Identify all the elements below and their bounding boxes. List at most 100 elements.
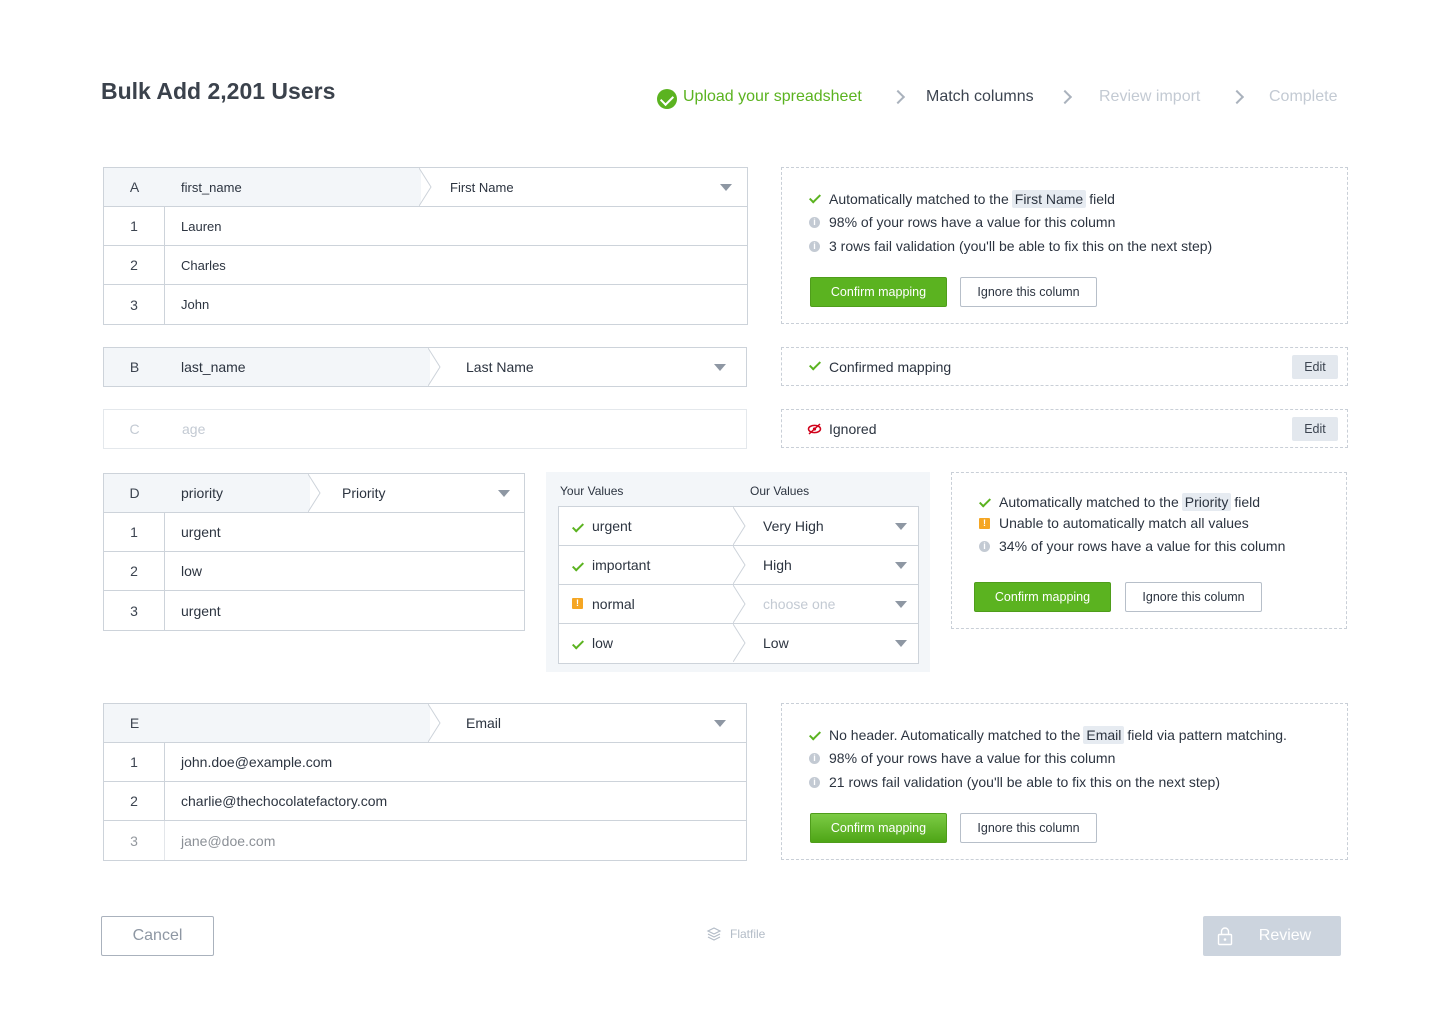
layers-icon — [706, 927, 722, 941]
field-select[interactable]: Last Name — [428, 348, 746, 386]
column-letter: E — [129, 715, 140, 731]
validation-message: 21 rows fail validation (you'll be able … — [829, 774, 1220, 790]
confirmed-message: Confirmed mapping — [829, 359, 952, 375]
brand-footer: Flatfile — [706, 926, 765, 942]
our-value-select[interactable]: choose one — [763, 585, 835, 623]
match-message: Automatically matched to the Priority fi… — [999, 493, 1260, 511]
chevron-down-icon — [714, 364, 726, 371]
column-header: A first_name First Name — [104, 168, 747, 207]
arrow-divider — [428, 704, 442, 742]
field-tag: Email — [1083, 726, 1125, 744]
ignore-column-button[interactable]: Ignore this column — [960, 813, 1097, 843]
table-row: 2 charlie@thechocolatefactory.com — [104, 782, 746, 821]
edit-button[interactable]: Edit — [1292, 417, 1338, 441]
ignore-column-button[interactable]: Ignore this column — [1125, 582, 1262, 612]
cancel-button[interactable]: Cancel — [101, 916, 214, 956]
message-text: field — [1234, 494, 1261, 510]
cell-value: urgent — [181, 524, 221, 540]
message-text: Automatically matched to the — [999, 494, 1179, 510]
confirm-mapping-button[interactable]: Confirm mapping — [810, 813, 947, 843]
check-icon — [978, 495, 992, 508]
our-values-label: Our Values — [750, 484, 810, 498]
chevron-right-icon — [1229, 89, 1245, 105]
info-icon: i — [809, 217, 820, 228]
info-icon: i — [809, 777, 820, 788]
our-value-select[interactable]: Low — [763, 624, 789, 662]
coverage-message: 98% of your rows have a value for this c… — [829, 750, 1116, 766]
check-icon — [808, 358, 822, 371]
source-header-name — [165, 704, 181, 742]
arrow-divider — [733, 507, 746, 545]
chevron-down-icon — [895, 562, 907, 569]
chevron-down-icon — [720, 184, 732, 191]
your-value: normal — [592, 596, 635, 612]
edit-button[interactable]: Edit — [1292, 355, 1338, 379]
value-mapping-table: urgent Very High important High ! normal… — [558, 506, 919, 664]
row-number: 1 — [104, 513, 165, 551]
check-icon — [571, 559, 585, 572]
row-number: 3 — [104, 591, 165, 630]
arrow-divider — [428, 348, 442, 386]
column-e-table: E Email 1 john.doe@example.com 2 charlie@t… — [103, 703, 747, 861]
field-select[interactable]: Priority — [308, 474, 524, 512]
eye-slash-icon — [807, 423, 822, 435]
field-tag: Priority — [1181, 493, 1232, 511]
cell-value: Charles — [181, 257, 226, 273]
info-icon: i — [979, 541, 990, 552]
table-row: 2 Charles — [104, 246, 747, 285]
check-icon — [571, 637, 585, 650]
chevron-right-icon — [890, 89, 906, 105]
message-text: Automatically matched to the — [829, 191, 1009, 207]
unmatched-values-message: Unable to automatically match all values — [999, 515, 1249, 531]
column-b-status-panel: Confirmed mapping Edit — [781, 347, 1348, 386]
column-e-status-panel: No header. Automatically matched to the … — [781, 703, 1348, 860]
arrow-divider — [733, 624, 746, 662]
cell-value: john.doe@example.com — [181, 754, 333, 770]
field-tag: First Name — [1011, 190, 1087, 208]
cell-value: charlie@thechocolatefactory.com — [181, 793, 388, 809]
match-message: Automatically matched to the First Name … — [829, 190, 1115, 208]
column-d-status-panel: Automatically matched to the Priority fi… — [951, 472, 1347, 629]
table-row: 3 jane@doe.com — [104, 821, 746, 860]
table-row: 1 urgent — [104, 513, 524, 552]
lock-icon — [1217, 927, 1233, 946]
step-upload[interactable]: Upload your spreadsheet — [683, 88, 862, 106]
row-number: 3 — [104, 285, 165, 324]
source-header-name: first_name — [181, 179, 242, 195]
table-row: 1 john.doe@example.com — [104, 743, 746, 782]
step-match-columns[interactable]: Match columns — [926, 88, 1034, 106]
cell-value: urgent — [181, 602, 221, 619]
field-select-value: Priority — [342, 485, 386, 501]
table-row: 3 urgent — [104, 591, 524, 630]
check-icon — [571, 520, 585, 533]
confirm-mapping-button[interactable]: Confirm mapping — [810, 277, 947, 307]
field-select[interactable]: Email — [428, 704, 746, 742]
coverage-message: 98% of your rows have a value for this c… — [829, 214, 1116, 230]
column-c-table: C age — [103, 409, 747, 449]
column-c-status-panel: Ignored Edit — [781, 409, 1348, 448]
ignore-column-button[interactable]: Ignore this column — [960, 277, 1097, 307]
column-header: B last_name Last Name — [104, 348, 746, 386]
review-button[interactable]: Review — [1203, 916, 1341, 956]
our-value-select[interactable]: High — [763, 546, 792, 584]
row-number: 1 — [104, 207, 165, 245]
value-mapping-row: low Low — [559, 624, 918, 663]
message-text: No header. Automatically matched to the — [829, 727, 1081, 743]
field-select-value: Email — [466, 715, 502, 731]
info-icon: i — [809, 241, 820, 252]
field-select-value: Last Name — [466, 359, 534, 375]
step-complete: Complete — [1269, 88, 1338, 105]
step-review-import: Review import — [1099, 88, 1201, 105]
chevron-down-icon — [498, 490, 510, 497]
check-icon — [808, 728, 822, 741]
chevron-down-icon — [714, 720, 726, 727]
column-letter: D — [129, 485, 140, 501]
cell-value: jane@doe.com — [181, 832, 276, 849]
confirm-mapping-button[interactable]: Confirm mapping — [974, 582, 1111, 612]
value-mapping-row: ! normal choose one — [559, 585, 918, 624]
our-value-select[interactable]: Very High — [763, 507, 824, 545]
review-label: Review — [1258, 927, 1312, 944]
table-row: 2 low — [104, 552, 524, 591]
value-mapping-row: important High — [559, 546, 918, 585]
field-select[interactable]: First Name — [419, 168, 747, 206]
